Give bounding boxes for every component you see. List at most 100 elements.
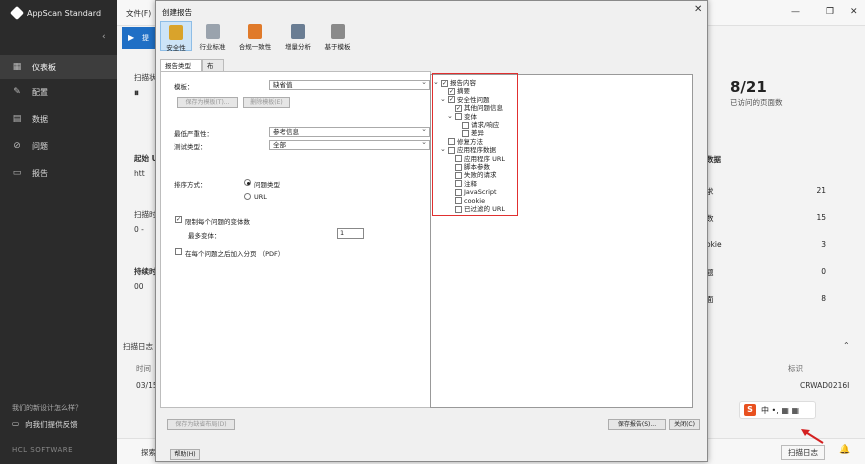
brand-name: AppScan Standard <box>27 8 102 18</box>
sidebar-item-4[interactable]: ▭ 报告 <box>0 161 117 185</box>
template-icon <box>330 24 345 39</box>
toolbar-industry-button[interactable]: 行业标准 <box>194 21 231 51</box>
scan-button-label: 提 <box>142 34 149 42</box>
sidebar-item-1[interactable]: ✎ 配置 <box>0 80 117 104</box>
save-as-default-button[interactable]: 保存为缺省布局(D) <box>167 419 235 430</box>
toolbar-label: 增量分析 <box>285 43 311 51</box>
scan-button-icon: ▶ <box>128 33 135 42</box>
lock-icon <box>169 25 183 40</box>
max-variants-label: 最多变体： <box>188 232 221 240</box>
scan-log-title: 扫描日志 <box>123 342 153 351</box>
industry-icon <box>205 24 220 39</box>
stat-value: 15 <box>816 213 826 222</box>
warning-value: 0 - <box>134 225 144 234</box>
stat-row: 题0 <box>706 267 826 287</box>
dashboard-icon: ▦ <box>12 62 22 72</box>
toolbar-compliance-button[interactable]: 合规一致性 <box>233 21 277 51</box>
sort-url-radio[interactable] <box>244 193 251 200</box>
stat-value: 0 <box>821 267 826 276</box>
scan-position-label: 扫描时 <box>134 210 157 219</box>
min-severity-select[interactable]: 参考信息 <box>269 125 430 137</box>
sidebar-item-0[interactable]: ▦ 仪表板 <box>0 55 117 79</box>
sogou-icon: S <box>744 404 756 416</box>
scan-log-button[interactable]: 扫描日志 <box>781 445 825 460</box>
annotation-arrow-icon <box>801 429 824 444</box>
log-id-value: CRWAD0216I <box>800 381 850 390</box>
maximize-icon[interactable]: ❐ <box>826 7 834 17</box>
feedback-link[interactable]: ▭ 向我们提供反馈 <box>12 419 78 430</box>
issue-icon: ⊘ <box>13 141 21 151</box>
sort-issue-type-radio[interactable] <box>244 179 251 186</box>
sidebar-item-label: 报告 <box>32 168 48 178</box>
sidebar-item-2[interactable]: ▤ 数据 <box>0 107 117 131</box>
limit-variants-checkbox[interactable] <box>175 216 182 223</box>
report-icon: ▭ <box>12 168 22 178</box>
notification-icon[interactable]: 🔔 <box>839 445 850 455</box>
min-severity-label: 最低严重性： <box>174 130 213 138</box>
close-button[interactable]: 关闭(C) <box>669 419 700 430</box>
test-type-label: 测试类型： <box>174 143 207 151</box>
limit-variants-label: 限制每个问题的变体数 <box>185 218 250 226</box>
page-break-label: 在每个问题之后加入分页 （PDF） <box>185 250 285 258</box>
tab-report-type[interactable]: 报告类型 <box>160 59 202 71</box>
report-options-panel: 模板： 缺省值 保存为模板(T)... 删除模板(E) 最低严重性： 参考信息 … <box>160 71 431 408</box>
page-break-checkbox[interactable] <box>175 248 182 255</box>
delta-icon <box>291 24 305 39</box>
stat-row: okie 3 <box>706 240 826 260</box>
stat-value: 3 <box>821 240 826 249</box>
stat-label: okie <box>706 240 722 249</box>
toolbar-delta-button[interactable]: 增量分析 <box>279 21 317 51</box>
create-report-dialog: 创建报告 ✕ 安全性 行业标准 合规一致性 增量分析 基于模板 报告类型 布局 模板： … <box>155 0 824 462</box>
duration-value: 00 <box>134 282 144 291</box>
wrench-icon: ✎ <box>13 87 21 97</box>
red-highlight-box <box>432 73 518 216</box>
pages-visited-count: 8/21 <box>730 78 767 96</box>
max-variants-input[interactable]: 1 <box>337 228 364 239</box>
test-type-select[interactable]: 全部 <box>269 138 430 150</box>
tab-layout[interactable]: 布局 <box>202 59 224 82</box>
feedback-question: 我们的新设计怎么样？ <box>12 404 82 412</box>
save-report-button[interactable]: 保存报告(S)... <box>608 419 666 430</box>
sort-label: 排序方式： <box>174 181 207 189</box>
data-icon: ▤ <box>12 114 22 124</box>
sort-issue-type-label: 问题类型 <box>254 181 280 189</box>
pause-icon[interactable]: ⏸ <box>134 88 139 99</box>
sidebar-item-3[interactable]: ⊘ 问题 <box>0 134 117 158</box>
toolbar-template-button[interactable]: 基于模板 <box>319 21 356 51</box>
sidebar-item-label: 数据 <box>32 114 48 124</box>
stat-row: 面8 <box>706 294 826 314</box>
stat-row: 求 21 <box>706 186 826 206</box>
window-close-icon[interactable]: ✕ <box>850 7 858 17</box>
sort-url-label: URL <box>254 193 267 201</box>
collapse-log-icon[interactable]: ⌃ <box>843 341 850 350</box>
start-url-value: htt <box>134 169 145 178</box>
sidebar-item-label: 仪表板 <box>32 62 56 72</box>
collapse-sidebar-icon[interactable]: ‹ <box>102 32 106 42</box>
toolbar-label: 行业标准 <box>199 43 226 51</box>
template-select[interactable]: 缺省值 <box>269 78 430 90</box>
stat-row: 数 15 <box>706 213 826 233</box>
dialog-title: 创建报告 <box>162 8 192 17</box>
ime-toolbar[interactable]: S 中 •, ▦ ▦ <box>739 401 816 419</box>
log-id-header: 标识 <box>788 364 803 373</box>
toolbar-lock-button[interactable]: 安全性 <box>160 21 192 52</box>
pages-visited-label: 已访问的页面数 <box>730 98 783 107</box>
file-menu[interactable]: 文件(F) <box>126 8 151 19</box>
sidebar-item-label: 问题 <box>32 141 48 151</box>
ime-status: 中 •, ▦ ▦ <box>761 405 800 415</box>
duration-label: 持续时 <box>134 267 157 276</box>
data-header: 数据 <box>706 155 721 164</box>
feedback-label: 向我们提供反馈 <box>25 420 78 429</box>
help-button[interactable]: 帮助(H) <box>170 449 200 460</box>
chat-icon: ▭ <box>12 419 20 428</box>
save-template-button[interactable]: 保存为模板(T)... <box>177 97 238 108</box>
delete-template-button[interactable]: 删除模板(E) <box>243 97 290 108</box>
stat-value: 8 <box>821 294 826 303</box>
minimize-icon[interactable]: — <box>791 7 800 17</box>
dialog-close-icon[interactable]: ✕ <box>694 4 702 15</box>
template-label: 模板： <box>174 83 194 91</box>
scan-status-label: 扫描状 <box>134 73 157 82</box>
log-time-header: 时间 <box>136 364 151 373</box>
toolbar-label: 安全性 <box>166 44 186 52</box>
scan-button[interactable]: ▶ 提 <box>122 27 156 49</box>
